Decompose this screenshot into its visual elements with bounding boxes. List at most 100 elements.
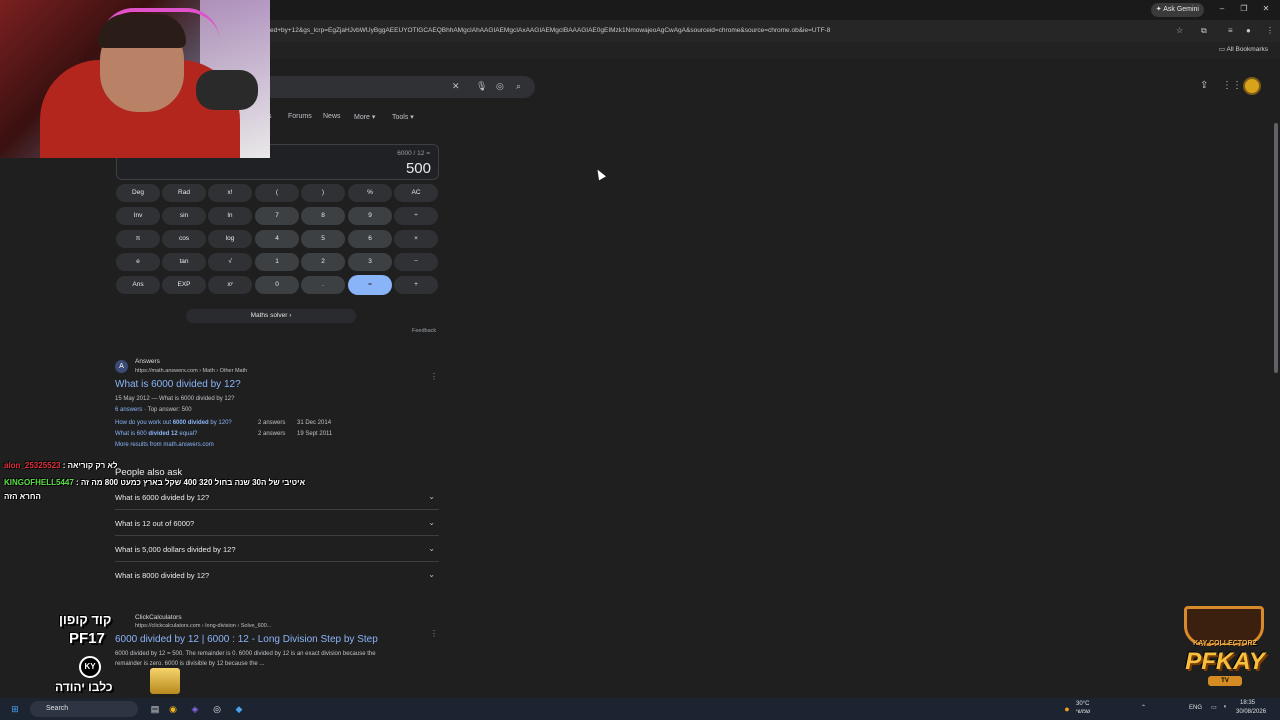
calc-key[interactable]: EXP: [162, 276, 206, 294]
apps-grid-icon[interactable]: ⋮⋮: [1222, 80, 1242, 91]
calc-key[interactable]: 4: [255, 230, 299, 248]
calc-key[interactable]: tan: [162, 253, 206, 271]
bookmark-star-icon[interactable]: ☆: [1176, 26, 1183, 35]
calc-key[interactable]: x!: [208, 184, 252, 202]
result1-answers-link[interactable]: 6 answers: [115, 407, 142, 413]
menu-icon[interactable]: ⋮: [1266, 26, 1274, 35]
calc-key[interactable]: ÷: [394, 207, 438, 225]
calc-key[interactable]: (: [255, 184, 299, 202]
sub-result-1[interactable]: How do you work out 6000 divided by 120?: [115, 420, 232, 426]
mic-icon[interactable]: 🎙: [476, 81, 487, 92]
profile-icon[interactable]: ●: [1246, 26, 1251, 35]
calc-key[interactable]: 3: [348, 253, 392, 271]
chat-username: KINGOFHELL5447: [4, 478, 74, 487]
lens-icon[interactable]: ◎: [496, 81, 504, 92]
ask-gemini-label: Ask Gemini: [1163, 6, 1199, 13]
calc-key[interactable]: π: [116, 230, 160, 248]
calc-key[interactable]: 6: [348, 230, 392, 248]
weather-desc[interactable]: שמשי: [1076, 709, 1090, 715]
calc-key[interactable]: 2: [301, 253, 345, 271]
calc-key[interactable]: 7: [255, 207, 299, 225]
all-bookmarks[interactable]: ▭ All Bookmarks: [1219, 45, 1268, 53]
ask-gemini-button[interactable]: ✦ Ask Gemini: [1150, 3, 1204, 17]
tab-forums[interactable]: Forums: [288, 113, 312, 120]
calc-key[interactable]: 9: [348, 207, 392, 225]
calc-key[interactable]: Inv: [116, 207, 160, 225]
tab-news[interactable]: News: [323, 113, 341, 120]
calc-key[interactable]: 1: [255, 253, 299, 271]
sub-result-2[interactable]: What is 600 divided 12 equal?: [115, 431, 197, 437]
calc-key[interactable]: ): [301, 184, 345, 202]
calc-key[interactable]: Rad: [162, 184, 206, 202]
calc-key[interactable]: √: [208, 253, 252, 271]
paa-question: What is 5,000 dollars divided by 12?: [115, 545, 236, 554]
app-icon[interactable]: ◆: [232, 702, 246, 716]
calc-key[interactable]: AC: [394, 184, 438, 202]
paa-item[interactable]: What is 12 out of 6000? ⌄: [115, 510, 439, 536]
chat-message-1: alon_25325523 : לא רק קוריאה: [4, 461, 117, 470]
result2-site[interactable]: ClickCalculators: [135, 614, 182, 621]
calc-key[interactable]: Deg: [116, 184, 160, 202]
calc-key[interactable]: log: [208, 230, 252, 248]
calc-key[interactable]: xʸ: [208, 276, 252, 294]
share-icon[interactable]: ⇪: [1200, 80, 1208, 91]
clear-icon[interactable]: ✕: [452, 81, 460, 92]
result2-title[interactable]: 6000 divided by 12 | 6000 : 12 - Long Di…: [115, 634, 378, 645]
calc-key[interactable]: cos: [162, 230, 206, 248]
file-explorer-icon[interactable]: ▤: [148, 702, 162, 716]
account-avatar[interactable]: [1243, 77, 1261, 95]
language-indicator[interactable]: ENG: [1189, 705, 1202, 711]
page-scrollbar[interactable]: [1274, 123, 1278, 373]
media-icon[interactable]: ≡: [1228, 26, 1233, 35]
result2-url[interactable]: https://clickcalculators.com › long-divi…: [135, 623, 271, 629]
more-options-icon[interactable]: ⋮: [430, 629, 438, 638]
result1-title[interactable]: What is 6000 divided by 12?: [115, 379, 241, 390]
calc-key[interactable]: %: [348, 184, 392, 202]
taskbar-search[interactable]: Search: [30, 701, 138, 717]
weather-temp[interactable]: 30°C: [1076, 701, 1089, 707]
calc-key[interactable]: 5: [301, 230, 345, 248]
calc-key[interactable]: e: [116, 253, 160, 271]
volume-icon[interactable]: ◖: [1223, 704, 1227, 710]
calc-key[interactable]: −: [394, 253, 438, 271]
result1-site[interactable]: Answers: [135, 358, 160, 365]
chevron-down-icon: ⌄: [428, 518, 435, 527]
chrome-icon[interactable]: ◉: [166, 702, 180, 716]
extensions-icon[interactable]: ⧉: [1201, 26, 1207, 36]
close-icon[interactable]: ✕: [1260, 4, 1272, 13]
result1-url[interactable]: https://math.answers.com › Math › Other …: [135, 368, 247, 374]
more-results-link[interactable]: More results from math.answers.com: [115, 442, 214, 448]
all-bookmarks-label: All Bookmarks: [1226, 46, 1268, 53]
minimize-icon[interactable]: –: [1216, 4, 1228, 13]
restore-icon[interactable]: ❐: [1238, 4, 1250, 13]
calc-key[interactable]: 0: [255, 276, 299, 294]
calc-key[interactable]: +: [394, 276, 438, 294]
network-icon[interactable]: ▭: [1211, 704, 1217, 711]
more-options-icon[interactable]: ⋮: [430, 372, 438, 381]
calc-key[interactable]: sin: [162, 207, 206, 225]
paa-item[interactable]: What is 8000 divided by 12? ⌄: [115, 562, 439, 588]
paa-item[interactable]: What is 6000 divided by 12? ⌄: [115, 484, 439, 510]
start-icon[interactable]: ⊞: [8, 702, 22, 716]
tray-chevron-icon[interactable]: ⌃: [1141, 704, 1146, 711]
maths-solver-button[interactable]: Maths solver ›: [186, 309, 356, 323]
search-input[interactable]: ✕ 🎙 ◎ ⌕: [262, 76, 535, 98]
paa-question: What is 6000 divided by 12?: [115, 493, 210, 502]
calc-key[interactable]: 8: [301, 207, 345, 225]
paa-item[interactable]: What is 5,000 dollars divided by 12? ⌄: [115, 536, 439, 562]
tab-more[interactable]: More ▾: [354, 113, 375, 121]
url-text[interactable]: ed+by+12&gs_lcrp=EgZjaHJvbWUyBggAEEUYOTI…: [270, 27, 830, 34]
calc-key[interactable]: Ans: [116, 276, 160, 294]
calc-key[interactable]: =: [348, 275, 392, 295]
brand-sub-text: TV: [1208, 676, 1242, 686]
clock-date[interactable]: 30/08/2026: [1236, 709, 1266, 715]
calc-key[interactable]: .: [301, 276, 345, 294]
calc-key[interactable]: ln: [208, 207, 252, 225]
discord-icon[interactable]: ◈: [188, 702, 202, 716]
clock-time[interactable]: 18:35: [1240, 700, 1255, 706]
calc-key[interactable]: ×: [394, 230, 438, 248]
search-icon[interactable]: ⌕: [516, 81, 521, 92]
obs-icon[interactable]: ◎: [210, 702, 224, 716]
tab-tools[interactable]: Tools ▾: [392, 113, 414, 121]
feedback-link[interactable]: Feedback: [412, 328, 436, 334]
